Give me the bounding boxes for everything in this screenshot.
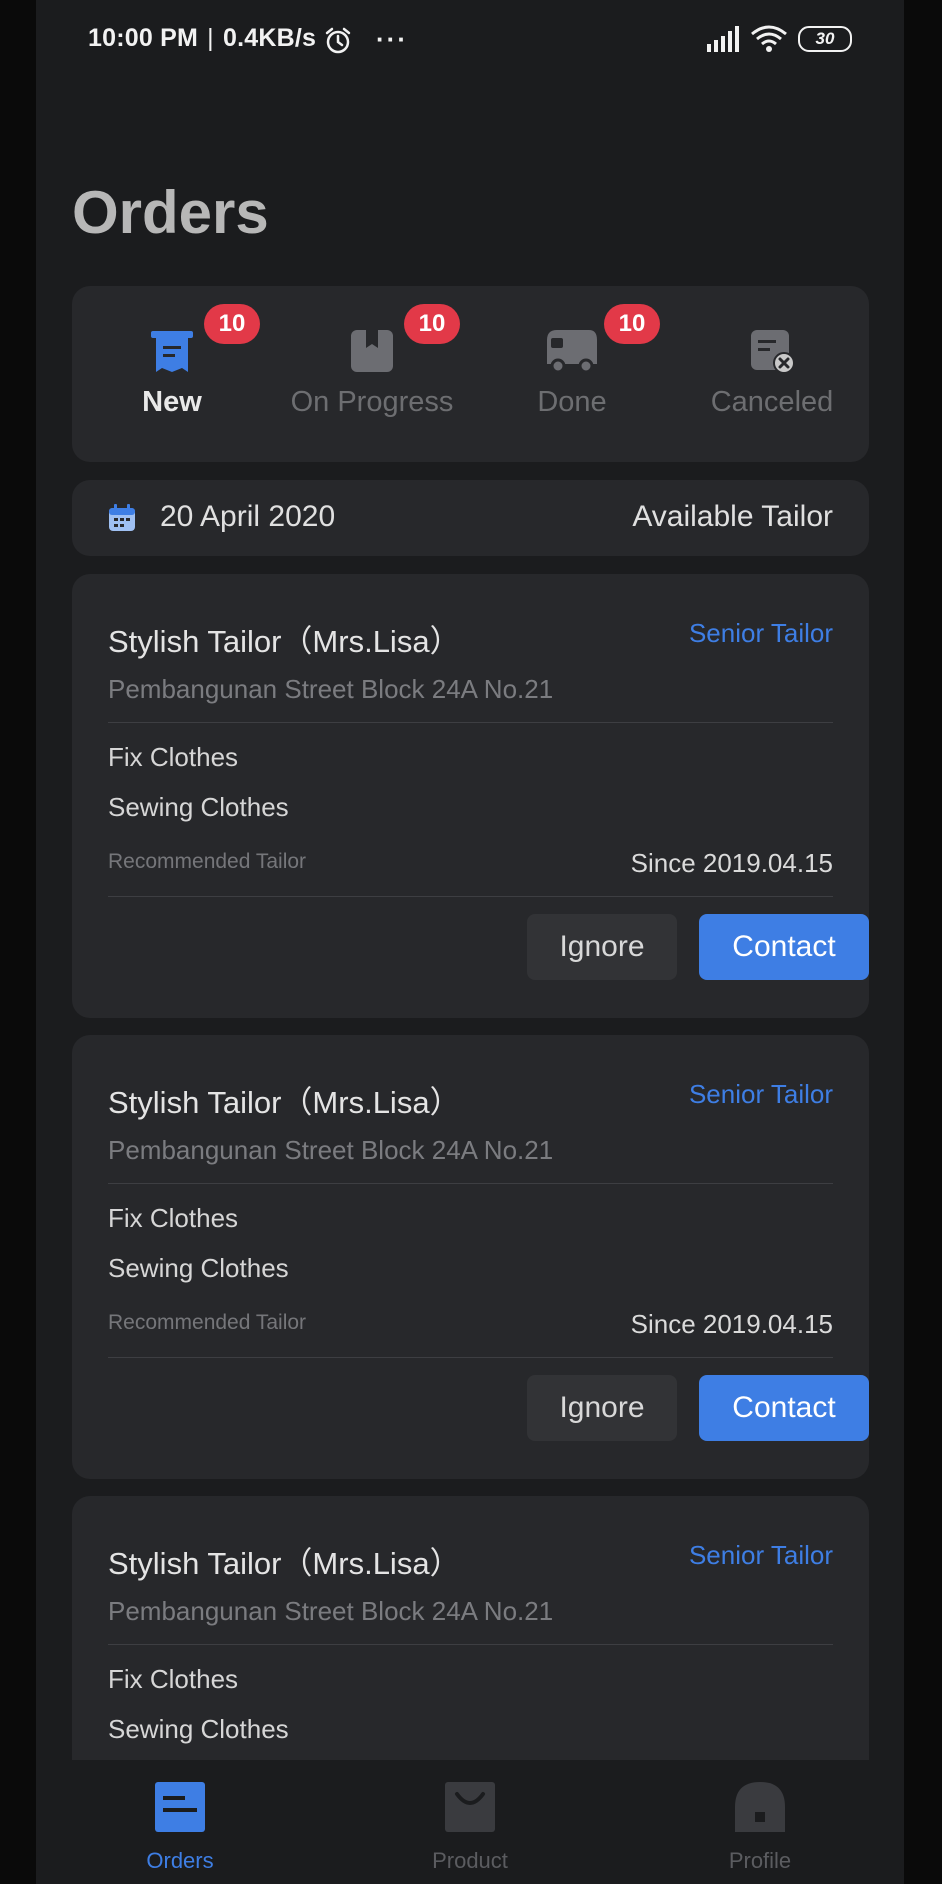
contact-button[interactable]: Contact [699,914,869,980]
tailor-card[interactable]: Stylish Tailor（Mrs.Lisa） Senior Tailor P… [72,574,869,1018]
profile-icon [735,1782,785,1832]
calendar-icon [109,504,135,531]
service-item: Fix Clothes [108,1203,239,1233]
signal-icon [707,26,739,52]
nav-profile-label: Profile [728,1848,792,1873]
tailor-name: Stylish Tailor（Mrs.Lisa） [108,1546,461,1581]
receipt-icon [151,331,193,372]
service-item: Fix Clothes [108,1664,239,1694]
tailor-address: Pembangunan Street Block 24A No.21 [108,1596,554,1626]
since-date: Since 2019.04.15 [630,1309,833,1339]
contact-button[interactable]: Contact [699,1375,869,1441]
tab-new[interactable]: 10 New [72,286,272,462]
tailor-level: Senior Tailor [688,1540,833,1570]
tailor-level: Senior Tailor [688,618,833,648]
ignore-button[interactable]: Ignore [527,914,677,980]
tab-done-label: Done [537,386,607,418]
tab-on-progress[interactable]: 10 On Progress [272,286,472,462]
tailor-name: Stylish Tailor（Mrs.Lisa） [108,1085,461,1120]
tab-on-progress-label: On Progress [290,386,454,418]
more-notifications-icon: ··· [376,24,408,54]
page-title: Orders [72,179,269,246]
truck-icon [547,330,597,374]
ignore-button[interactable]: Ignore [527,1375,677,1441]
battery-icon: 30 [798,26,852,52]
nav-product-label: Product [432,1848,508,1873]
divider [108,1183,833,1184]
service-item: Sewing Clothes [108,792,289,822]
alarm-icon [325,27,351,54]
selected-date[interactable]: 20 April 2020 [160,500,335,534]
available-tailor-filter[interactable]: Available Tailor [632,500,833,534]
recommended-label: Recommended Tailor [108,1311,307,1334]
service-item: Fix Clothes [108,742,239,772]
date-filter-bar[interactable]: 20 April 2020 Available Tailor [72,480,869,556]
service-item: Sewing Clothes [108,1714,289,1744]
tab-done-badge: 10 [604,304,660,344]
status-separator: | [207,24,214,52]
canceled-doc-icon [751,330,795,374]
tab-new-label: New [142,386,202,418]
tailor-card[interactable]: Stylish Tailor（Mrs.Lisa） Senior Tailor P… [72,1035,869,1479]
status-bar: 10:00 PM | 0.4KB/s ··· 30 [36,0,904,80]
status-time: 10:00 PM [88,24,198,52]
divider [108,1644,833,1645]
divider [108,896,833,897]
network-speed: 0.4KB/s [223,24,317,52]
tab-done[interactable]: 10 Done [472,286,672,462]
tab-canceled-label: Canceled [710,386,834,418]
tab-canceled[interactable]: Canceled [672,286,872,462]
nav-orders[interactable]: Orders [80,1760,280,1884]
status-time-group: 10:00 PM | 0.4KB/s [88,24,316,53]
tailor-address: Pembangunan Street Block 24A No.21 [108,1135,554,1165]
shopping-bag-icon [445,1782,495,1832]
order-status-tabs: 10 New 10 On Progress 10 Done Canceled [72,286,869,462]
recommended-label: Recommended Tailor [108,850,307,873]
nav-product[interactable]: Product [370,1760,570,1884]
nav-profile[interactable]: Profile [660,1760,860,1884]
orders-icon [155,1782,205,1832]
wifi-icon [751,25,787,52]
battery-level: 30 [815,29,835,48]
tab-new-badge: 10 [204,304,260,344]
service-item: Sewing Clothes [108,1253,289,1283]
nav-orders-label: Orders [146,1848,214,1873]
divider [108,1357,833,1358]
package-icon [351,330,393,372]
since-date: Since 2019.04.15 [630,848,833,878]
tailor-name: Stylish Tailor（Mrs.Lisa） [108,624,461,659]
tailor-level: Senior Tailor [688,1079,833,1109]
divider [108,722,833,723]
bottom-navigation: Orders Product Profile [36,1760,904,1884]
phone-screen: 10:00 PM | 0.4KB/s ··· 30 Orders 10 New … [36,0,904,1884]
tailor-address: Pembangunan Street Block 24A No.21 [108,674,554,704]
tab-on-progress-badge: 10 [404,304,460,344]
